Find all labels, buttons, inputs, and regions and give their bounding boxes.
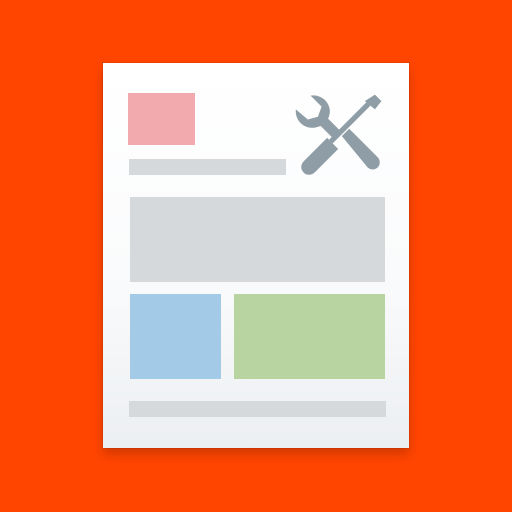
document-page [103,63,409,448]
right-content-block [234,294,385,379]
hero-placeholder-block [130,197,385,282]
footer-placeholder-bar [129,401,386,417]
left-content-block [130,294,221,379]
title-placeholder-bar [129,159,286,175]
wrench-head [295,95,342,140]
wrench-body [341,128,380,170]
wrench-screwdriver-icon [294,91,386,183]
screwdriver-handle [301,137,339,175]
app-icon-canvas [0,0,512,512]
logo-placeholder-block [128,93,195,145]
